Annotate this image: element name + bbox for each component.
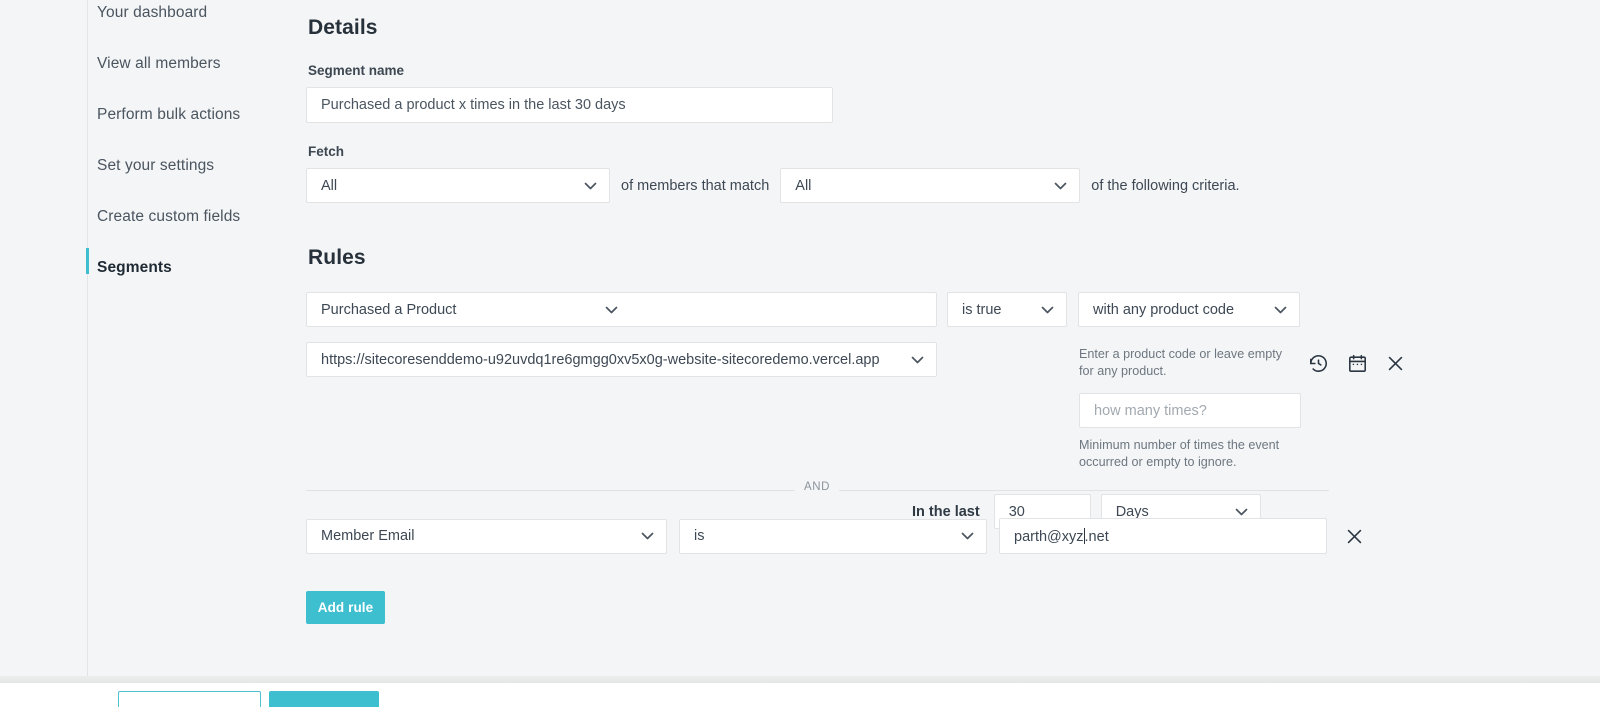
calendar-icon[interactable] (1347, 353, 1368, 374)
fetch-suffix-text: of the following criteria. (1091, 177, 1240, 194)
rule1-times-placeholder: how many times? (1094, 402, 1207, 419)
rule2-operator-select[interactable]: is (679, 518, 987, 554)
rules-container: Purchased a Product is true with any pro… (306, 292, 1600, 624)
rule1-field-select[interactable]: Purchased a Product (306, 292, 937, 327)
chevron-down-icon (605, 305, 618, 314)
chevron-down-icon (641, 532, 654, 541)
rule-joiner: AND (306, 481, 1329, 497)
fetch-match-value: All (795, 177, 812, 194)
main-content: Details Segment name Purchased a product… (306, 0, 1600, 676)
sidebar-item-label: Create custom fields (97, 207, 241, 225)
rule1-url-select[interactable]: https://sitecoresenddemo-u92uvdq1re6gmgg… (306, 342, 937, 377)
chevron-down-icon (911, 355, 924, 364)
segment-name-input[interactable]: Purchased a product x times in the last … (306, 87, 833, 123)
fetch-quantifier-select[interactable]: All (306, 168, 610, 203)
sidebar-item-your-dashboard[interactable]: Your dashboard (88, 0, 306, 38)
rule2-operator-value: is (694, 528, 705, 544)
rule-row-1: Purchased a Product is true with any pro… (306, 292, 1600, 327)
rule2-remove-icon[interactable] (1345, 527, 1364, 546)
rule2-value-input[interactable]: parth@xyz.net (999, 518, 1327, 554)
secondary-action-button[interactable] (118, 691, 261, 707)
rule1-url-value: https://sitecoresenddemo-u92uvdq1re6gmgg… (321, 351, 880, 368)
sidebar-item-perform-bulk-actions[interactable]: Perform bulk actions (88, 89, 306, 140)
sidebar-item-view-all-members[interactable]: View all members (88, 38, 306, 89)
fetch-match-select[interactable]: All (780, 168, 1081, 203)
rule1-value-mode-value: with any product code (1093, 301, 1235, 318)
joiner-label: AND (795, 481, 840, 493)
product-code-hint: Enter a product code or leave empty for … (1079, 347, 1283, 378)
rules-heading: Rules (308, 246, 366, 269)
segment-name-label: Segment name (308, 63, 405, 78)
times-hint: Minimum number of times the event occurr… (1079, 438, 1280, 470)
chevron-down-icon (1054, 181, 1067, 190)
fetch-row: All of members that match All of the fol… (306, 168, 1600, 203)
rule2-value: parth@xyz.net (1014, 527, 1109, 545)
sidebar-item-label: Your dashboard (97, 4, 208, 21)
rule1-operator-select[interactable]: is true (947, 292, 1067, 327)
sidebar-nav: Your dashboard View all members Perform … (86, 0, 306, 676)
close-icon[interactable] (1386, 354, 1405, 373)
rule1-operator-value: is true (962, 301, 1002, 318)
rule2-field-value: Member Email (321, 528, 415, 544)
primary-action-button[interactable] (269, 691, 379, 707)
sidebar-item-label: Set your settings (97, 156, 215, 174)
sidebar-item-label: Perform bulk actions (97, 105, 241, 123)
chevron-down-icon (1274, 305, 1287, 314)
segment-editor-page: Your dashboard View all members Perform … (0, 0, 1600, 707)
sidebar-item-set-your-settings[interactable]: Set your settings (88, 140, 306, 191)
chevron-down-icon (961, 532, 974, 541)
fetch-label: Fetch (308, 144, 345, 159)
segment-name-value: Purchased a product x times in the last … (321, 97, 626, 113)
sidebar-item-create-custom-fields[interactable]: Create custom fields (88, 191, 306, 242)
fetch-middle-text: of members that match (621, 177, 770, 194)
left-rail-gutter (0, 0, 88, 676)
sidebar-item-label: View all members (97, 54, 221, 72)
chevron-down-icon (1235, 507, 1248, 516)
rule1-side-column: Enter a product code or leave empty for … (1079, 346, 1303, 471)
chevron-down-icon (1041, 305, 1054, 314)
rule-row-2: Member Email is parth@xyz.net (306, 518, 1600, 554)
in-the-last-label: In the last (912, 503, 980, 520)
text-caret (1083, 527, 1085, 544)
rule1-times-input[interactable]: how many times? (1079, 393, 1301, 429)
rule2-field-select[interactable]: Member Email (306, 518, 667, 554)
bottom-action-bar (0, 683, 1600, 707)
bottom-separator (0, 676, 1600, 683)
chevron-down-icon (584, 181, 597, 190)
history-icon[interactable] (1308, 353, 1329, 374)
sidebar-item-segments[interactable]: Segments (86, 242, 306, 293)
rule1-icon-group (1308, 353, 1405, 374)
rule1-value-mode-select[interactable]: with any product code (1078, 292, 1300, 327)
fetch-quantifier-value: All (321, 177, 338, 194)
sidebar-item-label: Segments (97, 258, 172, 276)
rule1-field-value: Purchased a Product (321, 301, 457, 318)
details-heading: Details (308, 16, 378, 39)
add-rule-button[interactable]: Add rule (306, 591, 385, 624)
